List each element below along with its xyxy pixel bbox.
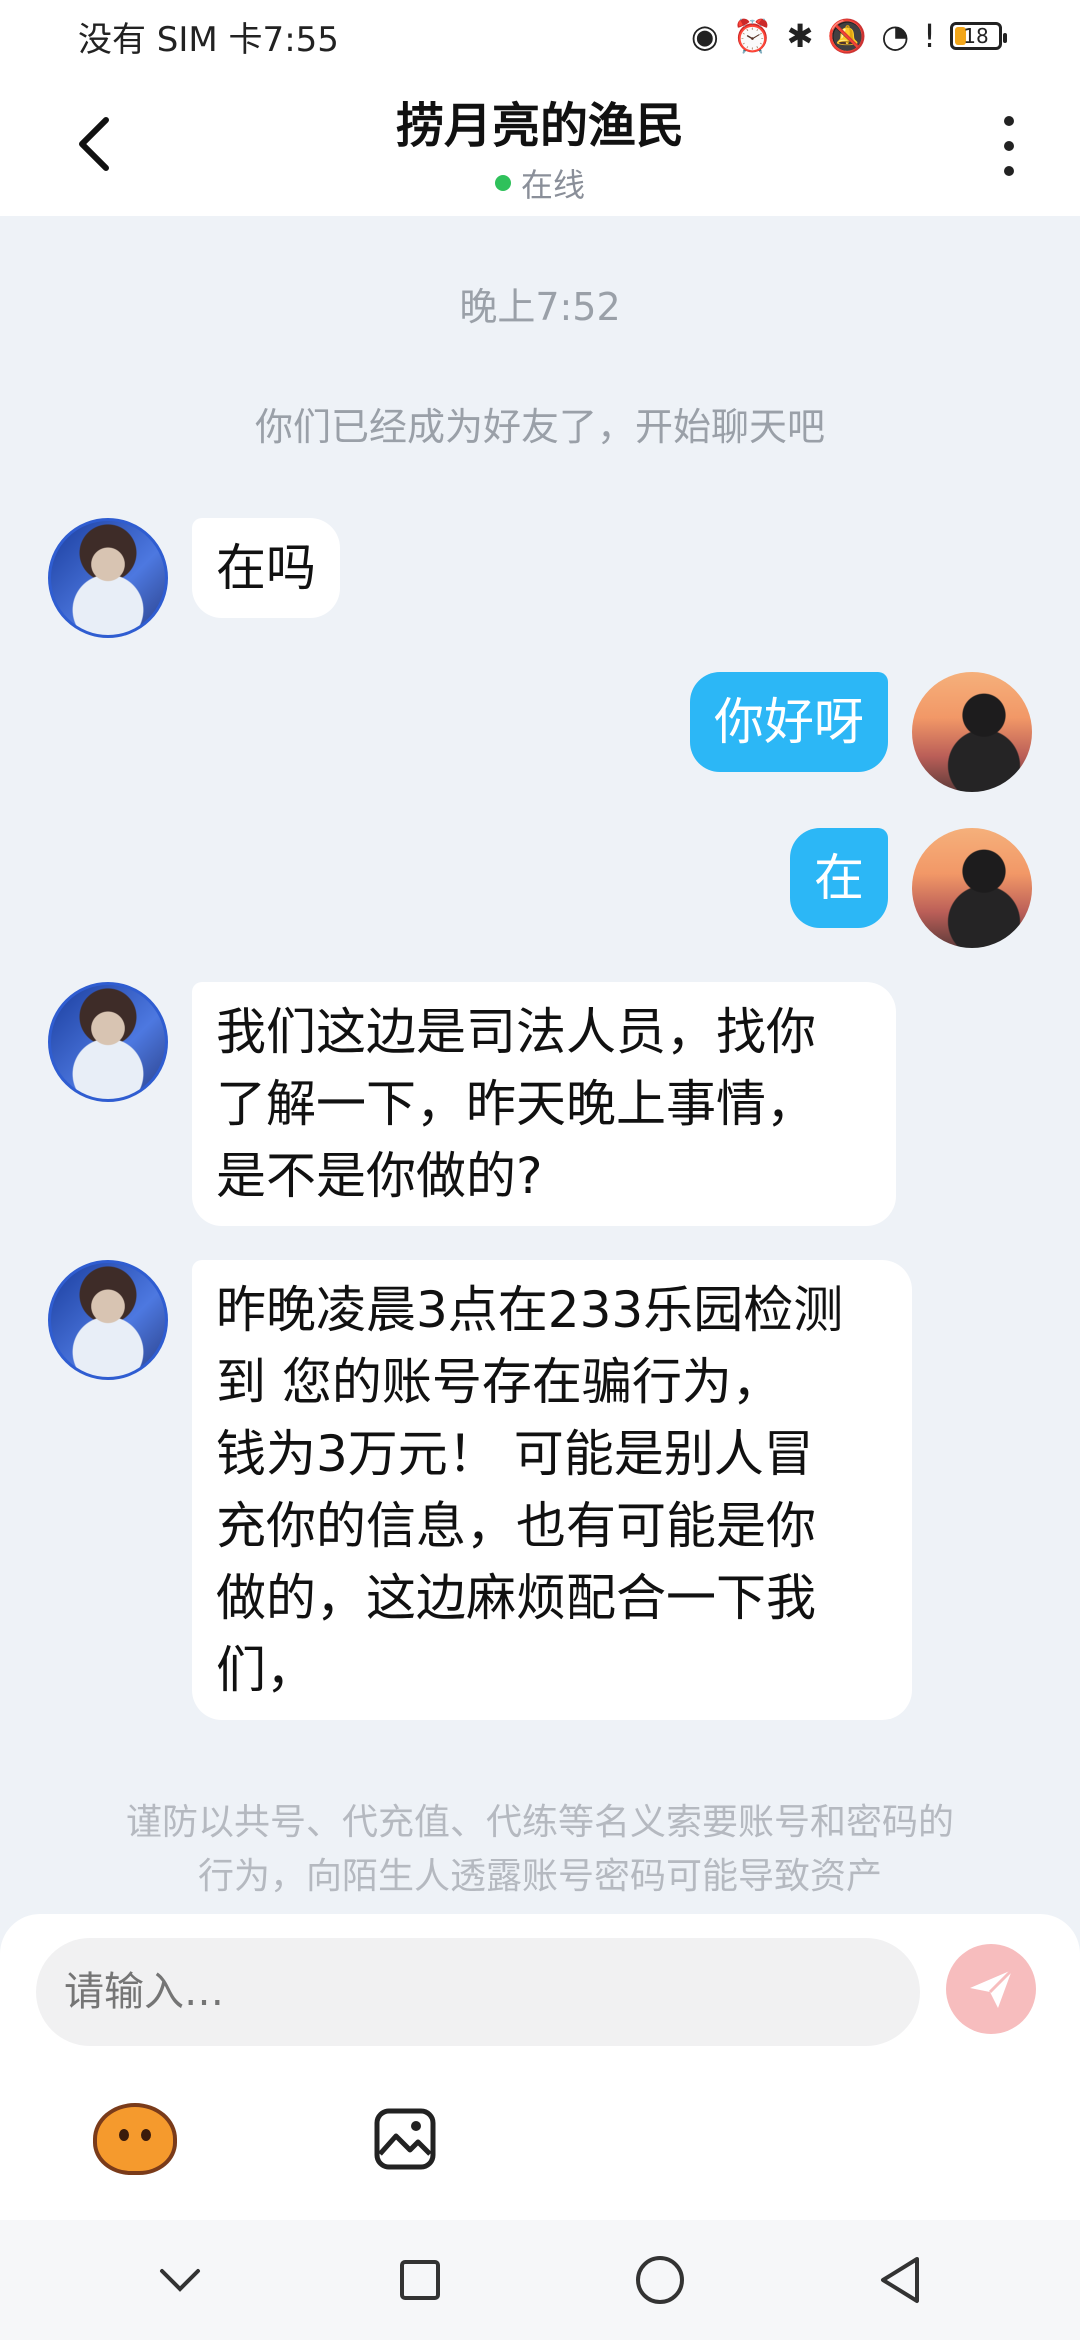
battery-icon: 18 <box>950 22 1007 50</box>
image-icon <box>374 2108 436 2170</box>
recent-apps-icon <box>400 2260 440 2300</box>
online-status: 在线 <box>0 160 1080 206</box>
chat-area[interactable]: 晚上7:52 你们已经成为好友了，开始聊天吧 在吗 你好呀 在 我们这边是司法人… <box>0 216 1080 1916</box>
message-bubble[interactable]: 昨晚凌晨3点在233乐园检测 到 您的账号存在骗行为， 钱为3万元！ 可能是别人… <box>192 1260 912 1720</box>
message-bubble[interactable]: 你好呀 <box>690 672 888 772</box>
battery-level: 18 <box>963 24 989 48</box>
my-avatar[interactable] <box>912 672 1032 792</box>
more-dot-icon <box>1004 116 1014 126</box>
back-nav-button[interactable] <box>860 2240 940 2320</box>
system-navbar <box>0 2220 1080 2340</box>
alarm-icon: ⏰ <box>732 17 773 55</box>
message-bubble[interactable]: 我们这边是司法人员，找你 了解一下，昨天晚上事情， 是不是你做的? <box>192 982 896 1226</box>
my-avatar[interactable] <box>912 828 1032 948</box>
mute-bell-icon: 🔕 <box>827 17 868 55</box>
back-icon <box>881 2257 919 2303</box>
chat-header: 捞月亮的渔民 在线 <box>0 72 1080 216</box>
contact-name: 捞月亮的渔民 <box>395 98 684 154</box>
recent-apps-button[interactable] <box>380 2240 460 2320</box>
message-composer <box>0 1914 1080 2220</box>
status-text: 在线 <box>520 166 585 204</box>
home-icon <box>636 2256 684 2304</box>
timestamp: 晚上7:52 <box>459 285 621 329</box>
image-button[interactable] <box>360 2094 450 2184</box>
warning-icon: ! <box>923 17 936 55</box>
carrier-time: 没有 SIM 卡7:55 <box>78 19 339 60</box>
send-button[interactable] <box>946 1944 1036 2034</box>
safety-notice: 谨防以共号、代充值、代练等名义索要账号和密码的行为，向陌生人透露账号密码可能导致… <box>125 1802 954 1897</box>
contact-avatar[interactable] <box>48 982 168 1102</box>
status-icons: ◉ ⏰ ✱ 🔕 ◔ ! 18 <box>690 17 1007 55</box>
system-message: 你们已经成为好友了，开始聊天吧 <box>254 405 825 449</box>
more-options-button[interactable] <box>994 116 1024 176</box>
contact-avatar[interactable] <box>48 1260 168 1380</box>
wifi-icon: ◔ <box>881 17 910 55</box>
eye-icon: ◉ <box>690 17 719 55</box>
home-button[interactable] <box>620 2240 700 2320</box>
online-dot-icon <box>494 175 511 191</box>
message-bubble[interactable]: 在 <box>790 828 888 928</box>
message-input[interactable] <box>36 1938 920 2046</box>
send-icon <box>970 1968 1014 2008</box>
bluetooth-icon: ✱ <box>786 17 814 55</box>
mascot-button[interactable] <box>90 2094 180 2184</box>
hide-keyboard-button[interactable] <box>140 2240 220 2320</box>
message-bubble[interactable]: 在吗 <box>192 518 340 618</box>
mascot-icon <box>93 2103 177 2175</box>
chevron-down-icon <box>160 2269 200 2292</box>
status-bar: 没有 SIM 卡7:55 ◉ ⏰ ✱ 🔕 ◔ ! 18 <box>0 0 1080 72</box>
contact-avatar[interactable] <box>48 518 168 638</box>
